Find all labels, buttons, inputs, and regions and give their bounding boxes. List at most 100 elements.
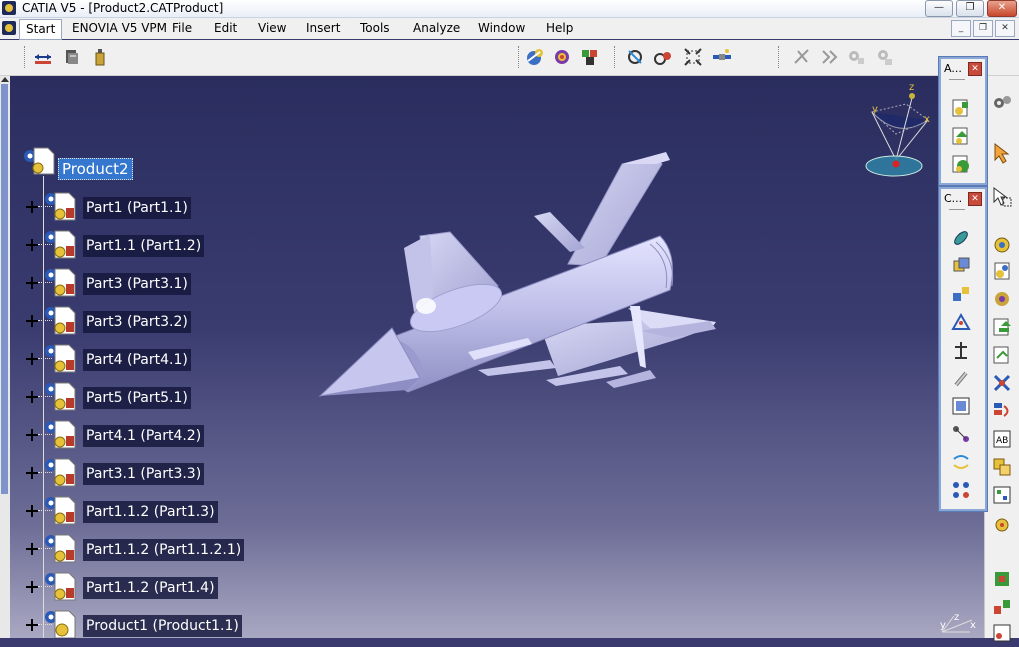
gear-options-icon[interactable] <box>874 47 894 67</box>
tree-node-label[interactable]: Part3 (Part3.1) <box>83 273 191 295</box>
minimize-button[interactable]: — <box>925 0 953 17</box>
toolbar-grip[interactable] <box>24 46 28 68</box>
doc-close-button[interactable]: ✕ <box>995 20 1015 37</box>
palette-c-title[interactable]: C... <box>944 192 962 205</box>
part-icon[interactable] <box>42 570 76 602</box>
compass-widget[interactable]: z y x <box>858 82 930 186</box>
change-constraint-icon[interactable] <box>950 451 972 473</box>
palette-a-close-button[interactable]: ✕ <box>968 62 982 76</box>
satellite-view-icon[interactable] <box>712 47 732 67</box>
angle-constraint-icon[interactable] <box>950 311 972 333</box>
tree-node-label[interactable]: Part1.1.2 (Part1.3) <box>83 501 218 523</box>
existing-component-icon[interactable] <box>991 344 1013 366</box>
gear-component-icon[interactable] <box>991 234 1013 256</box>
part-icon[interactable] <box>42 456 76 488</box>
part-icon[interactable] <box>42 190 76 222</box>
walk-mode-icon[interactable] <box>653 47 673 67</box>
part-icon[interactable] <box>42 494 76 526</box>
generate-numbering-icon[interactable]: AB <box>991 428 1013 450</box>
part-icon[interactable] <box>42 418 76 450</box>
measure-inertia-icon[interactable] <box>90 47 110 67</box>
graph-tree-reordering-icon[interactable] <box>991 400 1013 422</box>
menu-help[interactable]: Help <box>546 21 573 35</box>
selective-load-icon[interactable] <box>991 456 1013 478</box>
menu-window[interactable]: Window <box>478 21 525 35</box>
menu-file[interactable]: File <box>172 21 192 35</box>
select-arrow-icon[interactable] <box>991 142 1013 164</box>
measure-between-icon[interactable] <box>33 47 53 67</box>
tree-node-label[interactable]: Part1.1.2 (Part1.4) <box>83 577 218 599</box>
quick-constraint-icon[interactable] <box>950 395 972 417</box>
menu-view[interactable]: View <box>258 21 286 35</box>
menu-edit[interactable]: Edit <box>214 21 237 35</box>
document-icon[interactable] <box>2 21 16 35</box>
tree-node-label[interactable]: Part3.1 (Part3.3) <box>83 463 205 485</box>
3d-viewport[interactable]: z y x y z x Product2 Part1 (Part1.1) Part… <box>10 76 984 638</box>
expand-plus-icon[interactable] <box>26 391 38 403</box>
expand-plus-icon[interactable] <box>26 619 38 631</box>
coincidence-constraint-icon[interactable] <box>950 227 972 249</box>
tree-node-label[interactable]: Part4 (Part4.1) <box>83 349 191 371</box>
part-icon[interactable] <box>42 532 76 564</box>
expand-plus-icon[interactable] <box>26 239 38 251</box>
cut-tool-icon[interactable] <box>792 47 812 67</box>
tree-node-label[interactable]: Part1.1 (Part1.2) <box>83 235 205 257</box>
expand-plus-icon[interactable] <box>26 467 38 479</box>
gear-settings-icon[interactable] <box>846 47 866 67</box>
doc-minimize-button[interactable]: _ <box>951 20 971 37</box>
menu-insert[interactable]: Insert <box>306 21 340 35</box>
part-icon[interactable] <box>42 380 76 412</box>
part-icon[interactable] <box>42 266 76 298</box>
next-tool-icon[interactable] <box>820 47 840 67</box>
expand-plus-icon[interactable] <box>26 543 38 555</box>
palette-grip[interactable] <box>949 209 965 210</box>
explode-icon[interactable] <box>991 596 1013 618</box>
flexible-rigid-icon[interactable] <box>950 423 972 445</box>
gear-workbench-icon[interactable] <box>991 92 1013 114</box>
scroll-up-arrow-icon[interactable] <box>1 77 9 82</box>
part-icon[interactable] <box>42 342 76 374</box>
restore-button[interactable]: ❐ <box>956 0 984 17</box>
offset-constraint-icon[interactable] <box>950 283 972 305</box>
tree-node-label[interactable]: Part1.1.2 (Part1.1.2.1) <box>83 539 245 561</box>
snap-icon[interactable] <box>991 622 1013 644</box>
fly-mode-icon[interactable] <box>625 47 645 67</box>
expand-plus-icon[interactable] <box>26 505 38 517</box>
catalog-browser-icon[interactable] <box>525 47 545 67</box>
new-component-icon[interactable] <box>950 97 972 119</box>
measure-item-icon[interactable] <box>62 47 82 67</box>
apply-material-icon[interactable] <box>552 47 572 67</box>
expand-plus-icon[interactable] <box>26 581 38 593</box>
contact-constraint-icon[interactable] <box>950 255 972 277</box>
doc-restore-button[interactable]: ❐ <box>973 20 993 37</box>
tree-root-icon[interactable] <box>22 146 56 176</box>
tree-node-label[interactable]: Part5 (Part5.1) <box>83 387 191 409</box>
rendering-icon[interactable] <box>580 47 600 67</box>
tree-node-label[interactable]: Part4.1 (Part4.2) <box>83 425 205 447</box>
toolbar-grip[interactable] <box>778 46 782 68</box>
expand-plus-icon[interactable] <box>26 353 38 365</box>
palette-grip[interactable] <box>949 79 965 80</box>
existing-part-icon[interactable] <box>950 153 972 175</box>
menu-tools[interactable]: Tools <box>360 21 390 35</box>
fit-all-icon[interactable] <box>683 47 703 67</box>
part-icon[interactable] <box>42 228 76 260</box>
expand-plus-icon[interactable] <box>26 429 38 441</box>
insert-part-icon[interactable] <box>991 316 1013 338</box>
palette-c-close-button[interactable]: ✕ <box>968 192 982 206</box>
palette-a-title[interactable]: A... <box>944 62 962 75</box>
tree-root-label[interactable]: Product2 <box>58 158 133 180</box>
fix-together-icon[interactable] <box>950 367 972 389</box>
multi-instantiation-icon[interactable] <box>991 514 1013 536</box>
insert-product-icon[interactable] <box>991 288 1013 310</box>
expand-plus-icon[interactable] <box>26 315 38 327</box>
select-trap-icon[interactable] <box>991 186 1013 208</box>
menu-start[interactable]: Start <box>19 19 63 40</box>
toolbar-grip[interactable] <box>614 46 618 68</box>
tree-node-label[interactable]: Product1 (Product1.1) <box>83 615 242 637</box>
menu-analyze[interactable]: Analyze <box>413 21 460 35</box>
fix-constraint-icon[interactable] <box>950 339 972 361</box>
manage-representations-icon[interactable] <box>991 484 1013 506</box>
tree-node-label[interactable]: Part3 (Part3.2) <box>83 311 191 333</box>
product-icon[interactable] <box>42 608 76 638</box>
